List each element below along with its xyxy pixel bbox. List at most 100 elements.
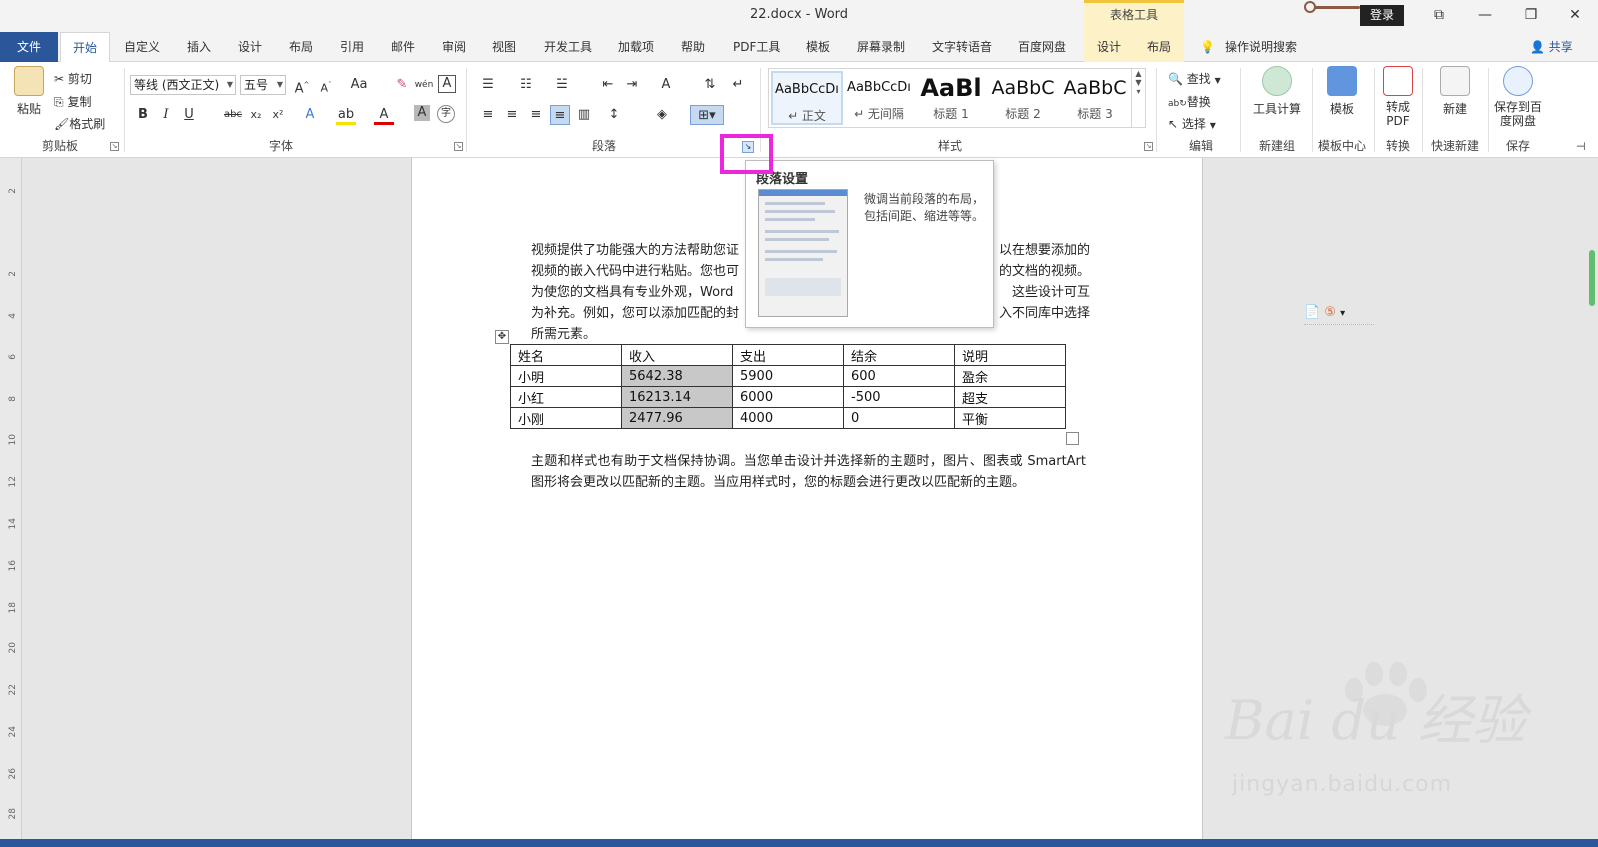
tab-mailings[interactable]: 邮件 [391,32,415,62]
chevron-down-icon[interactable]: ▾ [1340,308,1345,319]
quick-new-button[interactable]: 新建 [1430,66,1480,117]
collapse-ribbon-icon[interactable]: ⊣ [1576,140,1586,153]
style-heading-1[interactable]: AaBl 标题 1 [915,71,987,125]
tab-table-layout[interactable]: 布局 [1134,32,1184,62]
increase-indent-icon[interactable]: ⇥ [622,75,642,95]
font-launcher-icon[interactable]: ↘ [454,142,463,151]
styles-gallery-scroll[interactable]: ▲ ▼ ▾ [1132,68,1146,128]
to-pdf-button[interactable]: 转成PDF [1378,66,1418,128]
tab-addins[interactable]: 加载项 [618,32,654,62]
format-painter-button[interactable]: 🖌格式刷 [54,115,105,132]
shrink-font-icon[interactable]: Aˇ [316,75,336,95]
tab-pdf-tools[interactable]: PDF工具 [733,32,780,62]
table-cell[interactable]: 盈余 [954,365,1066,387]
close-button[interactable]: ✕ [1560,4,1590,26]
table-cell[interactable]: 5900 [732,365,844,387]
sort-icon[interactable]: ⇅ [700,75,720,95]
decrease-indent-icon[interactable]: ⇤ [598,75,618,95]
table-header-cell[interactable]: 说明 [954,344,1066,366]
table-cell[interactable]: 4000 [732,407,844,429]
table-resize-handle[interactable] [1066,432,1079,445]
character-shading-icon[interactable]: A [414,105,430,121]
enclose-characters-icon[interactable]: 字 [437,105,455,123]
replace-button[interactable]: ab↻替换 [1168,93,1211,110]
distributed-icon[interactable]: ▥ [574,105,594,125]
align-center-icon[interactable]: ≡ [502,105,522,125]
text-effects-icon[interactable]: A [300,105,320,125]
tab-baidu-netdisk[interactable]: 百度网盘 [1018,32,1066,62]
tool-calc-button[interactable]: 工具计算 [1244,66,1310,117]
table-cell[interactable]: 6000 [732,386,844,408]
data-table[interactable]: 姓名 收入 支出 结余 说明 小明 5642.38 5900 600 盈余 小红… [510,344,1066,429]
minimize-button[interactable]: — [1470,4,1500,26]
find-button[interactable]: 🔍 查找 ▼ [1168,70,1221,87]
align-left-icon[interactable]: ≡ [478,105,498,125]
line-spacing-icon[interactable]: ↕ [604,105,624,125]
tab-review[interactable]: 审阅 [442,32,466,62]
numbering-icon[interactable]: ☷ [516,75,536,95]
tab-references[interactable]: 引用 [340,32,364,62]
style-heading-2[interactable]: AaBbC 标题 2 [987,71,1059,125]
multilevel-list-icon[interactable]: ☱ [552,75,572,95]
style-no-spacing[interactable]: AaBbCcDı ↵ 无间隔 [843,71,915,125]
grow-font-icon[interactable]: A^ [292,75,312,96]
tab-table-design[interactable]: 设计 [1084,32,1134,62]
subscript-button[interactable]: x₂ [246,105,266,125]
style-normal[interactable]: AaBbCcDı ↵ 正文 [771,71,843,125]
body-paragraph-1-right[interactable]: 以在想要添加的 的文档的视频。 这些设计可互 入不同库中选择 [980,240,1090,324]
chinese-layout-icon[interactable]: A [656,75,676,95]
align-right-icon[interactable]: ≡ [526,105,546,125]
table-cell[interactable]: 600 [843,365,955,387]
template-button[interactable]: 模板 [1314,66,1370,117]
shading-icon[interactable]: ◈ [652,105,672,125]
table-cell-selected[interactable]: 2477.96 [621,407,733,429]
tab-screen-record[interactable]: 屏幕录制 [857,32,905,62]
paste-button[interactable]: 粘贴 [14,66,44,117]
table-move-handle-icon[interactable]: ✥ [495,330,509,344]
restore-button[interactable]: ❐ [1516,4,1546,26]
select-button[interactable]: ↖ 选择 ▼ [1168,115,1216,132]
highlight-color-icon[interactable]: ab [336,105,356,125]
font-name-select[interactable]: 等线 (西文正文) ▼ [130,75,236,95]
character-border-icon[interactable]: A [438,75,456,93]
bullets-icon[interactable]: ☰ [478,75,498,95]
tab-text-to-speech[interactable]: 文字转语音 [932,32,992,62]
tab-developer[interactable]: 开发工具 [544,32,592,62]
font-size-select[interactable]: 五号 ▼ [240,75,286,95]
underline-button[interactable]: U [179,105,199,125]
style-heading-3[interactable]: AaBbC 标题 3 [1059,71,1131,125]
styles-launcher-icon[interactable]: ↘ [1144,142,1153,151]
table-cell[interactable]: 小明 [510,365,622,387]
share-button[interactable]: 👤 共享 [1530,32,1573,62]
tell-me-search[interactable]: 操作说明搜索 [1225,32,1297,62]
cut-button[interactable]: ✂ 剪切 [54,70,92,87]
tab-insert[interactable]: 插入 [187,32,211,62]
login-button[interactable]: 登录 [1360,5,1404,26]
borders-icon[interactable]: ⊞▾ [690,105,724,125]
body-paragraph-2[interactable]: 主题和样式也有助于文档保持协调。当您单击设计并选择新的主题时，图片、图表或 Sm… [531,451,1086,493]
tab-home[interactable]: 开始 [60,32,110,63]
html5-icon[interactable]: ⑤ [1324,305,1336,320]
pdf-tool-icon[interactable]: 📄 [1304,305,1320,320]
tab-design[interactable]: 设计 [238,32,262,62]
strikethrough-button[interactable]: abc [220,105,246,125]
table-header-cell[interactable]: 收入 [621,344,733,366]
table-cell[interactable]: -500 [843,386,955,408]
table-cell[interactable]: 0 [843,407,955,429]
ribbon-display-options-icon[interactable]: ⧉ [1424,4,1454,26]
tab-custom[interactable]: 自定义 [124,32,160,62]
tab-view[interactable]: 视图 [492,32,516,62]
tab-file[interactable]: 文件 [0,32,58,62]
tab-layout[interactable]: 布局 [289,32,313,62]
font-color-icon[interactable]: A [374,105,394,125]
table-header-cell[interactable]: 支出 [732,344,844,366]
italic-button[interactable]: I [156,105,176,125]
phonetic-guide-button[interactable]: wén [414,75,434,95]
body-paragraph-1[interactable]: 视频提供了功能强大的方法帮助您证 视频的嵌入代码中进行粘贴。您也可 为使您的文档… [531,240,751,345]
table-cell-selected[interactable]: 16213.14 [621,386,733,408]
clear-formatting-icon[interactable]: ✎ [392,75,412,95]
bold-button[interactable]: B [133,105,153,125]
table-header-cell[interactable]: 姓名 [510,344,622,366]
account-slider-knob[interactable] [1304,1,1316,13]
copy-button[interactable]: ⎘ 复制 [54,93,91,110]
